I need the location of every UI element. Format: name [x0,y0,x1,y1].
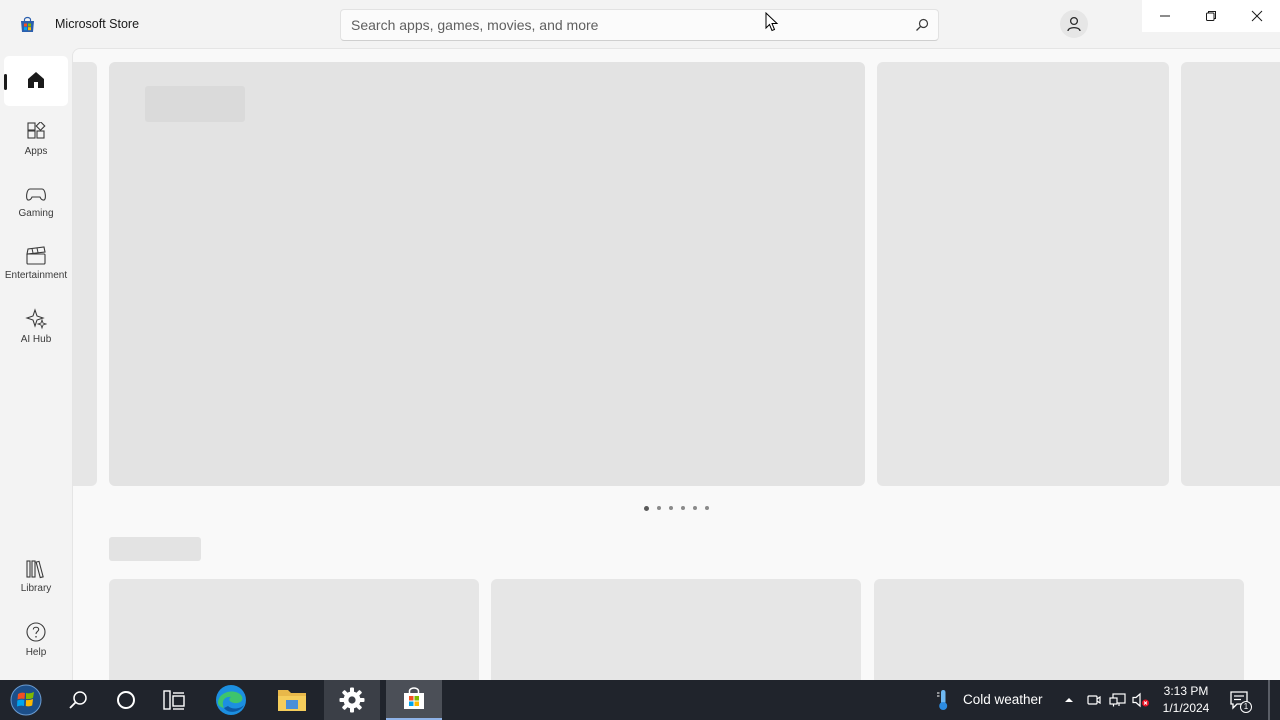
tile-placeholder[interactable] [491,579,861,680]
help-icon [26,622,46,642]
hero-card-previous[interactable] [73,62,97,486]
tile-placeholder[interactable] [874,579,1244,680]
chevron-up-icon [1065,698,1073,702]
taskbar-search-button[interactable] [56,680,100,720]
search-icon [69,691,87,709]
main-content [72,48,1280,680]
weather-widget[interactable] [930,680,956,720]
sidebar-item-label: Library [20,583,52,594]
carousel-dot[interactable] [705,506,709,510]
sparkle-icon [25,308,47,330]
window-title: Microsoft Store [55,17,140,31]
carousel-dot[interactable] [644,505,649,511]
taskbar-edge[interactable] [206,680,256,720]
network-button[interactable] [1107,680,1129,720]
sidebar-item-library[interactable]: Library [0,559,72,615]
network-icon [1109,693,1126,707]
carousel-dot[interactable] [681,506,685,510]
close-icon [1251,10,1263,22]
restore-button[interactable] [1188,0,1234,32]
start-orb-icon [10,684,42,716]
start-button[interactable] [0,680,52,720]
person-icon [1067,16,1081,32]
edge-icon [216,685,246,715]
sidebar-item-gaming[interactable]: Gaming [0,184,72,240]
taskbar-file-explorer[interactable] [266,680,318,720]
mouse-cursor-icon [765,12,779,32]
taskbar-microsoft-store[interactable] [386,680,442,720]
store-icon [404,687,424,709]
hero-card-next[interactable] [1181,62,1280,486]
hero-card-main[interactable] [109,62,865,486]
carousel-dot[interactable] [657,506,661,510]
section-title-placeholder [109,537,201,561]
thermometer-icon [937,690,948,710]
volume-muted-icon [1132,692,1149,708]
hero-card-side[interactable] [877,62,1169,486]
carousel-dot[interactable] [669,506,673,510]
cortana-button[interactable] [104,680,148,720]
taskbar: Cold weather 3:13 PM 1/1/2024 1 [0,680,1280,720]
sidebar-item-label: Apps [24,146,48,157]
settings-gear-icon [339,687,365,713]
minimize-icon [1160,15,1170,17]
carousel-dot[interactable] [693,506,697,510]
task-view-button[interactable] [152,680,196,720]
gamepad-icon [26,188,46,201]
search-icon[interactable] [915,18,929,32]
sidebar-item-ai-hub[interactable]: AI Hub [0,308,72,364]
title-bar: Microsoft Store [0,0,1280,48]
volume-button[interactable] [1130,680,1152,720]
restore-icon [1206,11,1216,21]
clock-time: 3:13 PM [1163,684,1209,698]
sidebar-item-label: Help [25,647,47,658]
cortana-circle-icon [117,691,135,709]
notification-count-badge: 1 [1240,701,1252,713]
account-button[interactable] [1060,10,1088,38]
clapperboard-icon [26,246,46,265]
search-box[interactable] [340,9,939,41]
meet-now-icon [1087,695,1101,705]
taskbar-clock[interactable]: 3:13 PM 1/1/2024 [1158,683,1214,717]
task-view-icon [163,690,185,710]
taskbar-settings[interactable] [324,680,380,720]
selection-indicator [4,74,7,90]
search-input[interactable] [351,10,891,40]
close-button[interactable] [1234,0,1280,32]
sidebar-item-label: Entertainment [4,270,68,281]
weather-text[interactable]: Cold weather [963,692,1043,707]
sidebar-item-entertainment[interactable]: Entertainment [0,246,72,302]
sidebar-nav: Apps Gaming Entertainment AI Hub Library [0,48,72,680]
folder-icon [278,690,306,711]
clock-date: 1/1/2024 [1162,701,1210,715]
meet-now-button[interactable] [1084,680,1104,720]
hero-title-placeholder [145,86,245,122]
store-logo-icon [19,16,36,33]
minimize-button[interactable] [1142,0,1188,32]
show-hidden-icons-button[interactable] [1060,680,1078,720]
apps-icon [27,122,46,139]
sidebar-item-home[interactable] [4,56,68,106]
sidebar-item-label: Gaming [18,208,54,219]
sidebar-item-apps[interactable]: Apps [0,122,72,178]
carousel-pager [644,505,709,511]
action-center-button[interactable]: 1 [1224,680,1254,720]
sidebar-item-label: AI Hub [20,334,52,345]
home-icon [28,72,44,88]
tile-placeholder[interactable] [109,579,479,680]
library-icon [26,560,44,579]
show-desktop-button[interactable] [1268,680,1270,720]
sidebar-item-help[interactable]: Help [0,621,72,677]
